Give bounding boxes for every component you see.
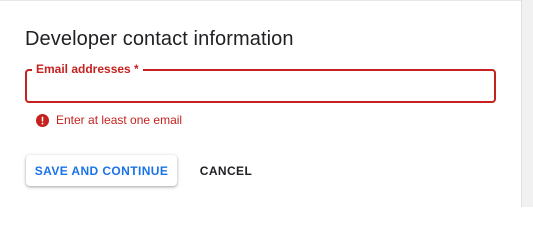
developer-contact-panel: Developer contact information Email addr… [0, 0, 533, 207]
scrollbar[interactable] [521, 0, 533, 207]
error-circle-icon [36, 113, 49, 127]
section-title: Developer contact information [25, 28, 294, 50]
email-addresses-field[interactable]: Email addresses * [25, 61, 496, 103]
email-addresses-label: Email addresses * [32, 61, 143, 77]
top-divider [0, 0, 533, 1]
save-and-continue-button[interactable]: SAVE AND CONTINUE [26, 155, 177, 186]
cancel-button[interactable]: CANCEL [189, 155, 263, 186]
error-text: Enter at least one email [56, 113, 183, 127]
email-error-message: Enter at least one email [36, 112, 182, 128]
email-addresses-input[interactable] [37, 76, 477, 96]
